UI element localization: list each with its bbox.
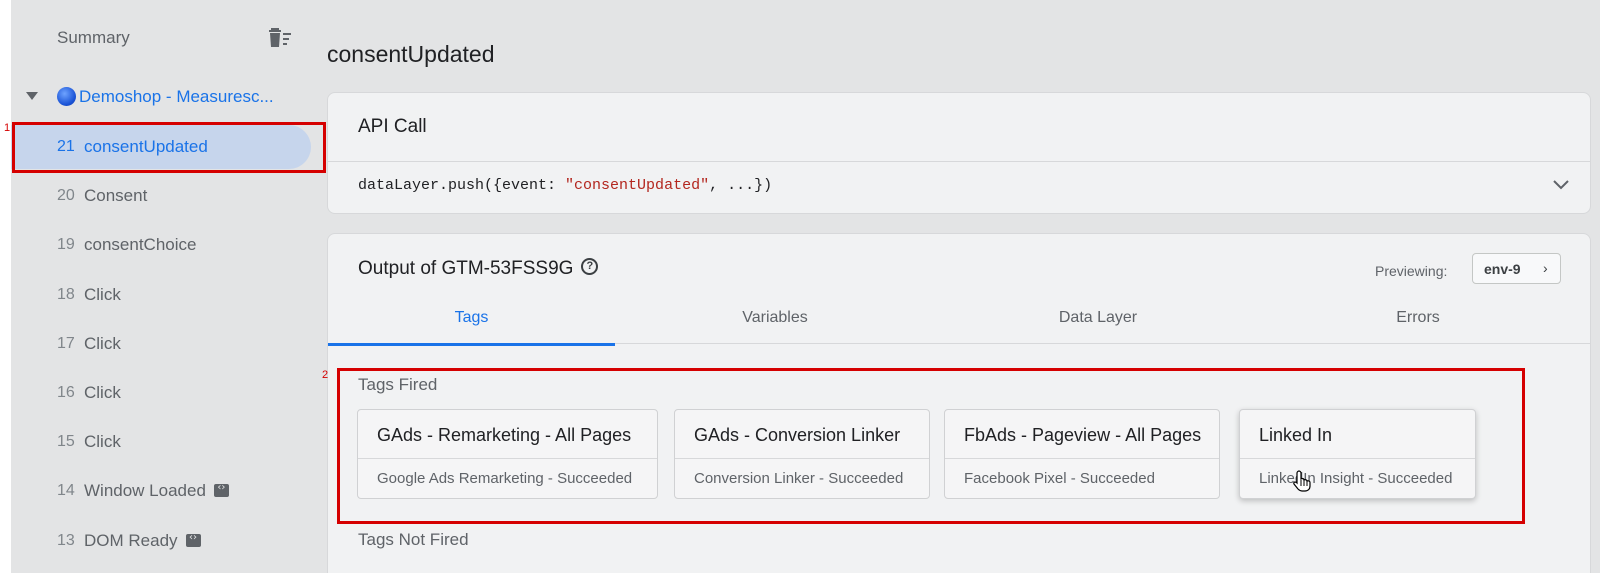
event-name: consentChoice — [84, 235, 196, 255]
tab-label: Errors — [1396, 309, 1440, 326]
tab-variables[interactable]: Variables — [665, 294, 885, 344]
tag-status: Google Ads Remarketing - Succeeded — [377, 470, 633, 487]
event-name-text: Click — [84, 432, 121, 451]
code-suffix: , ...}) — [709, 177, 773, 194]
event-number: 21 — [57, 138, 75, 155]
delete-all-icon[interactable] — [268, 26, 294, 50]
summary-label: Summary — [57, 28, 130, 47]
container-status-dot-icon — [57, 87, 76, 106]
divider — [328, 161, 1590, 162]
divider — [945, 458, 1219, 459]
event-number: 17 — [57, 335, 75, 352]
event-item[interactable]: 13 DOM Ready — [11, 519, 311, 563]
event-name-text: Consent — [84, 186, 148, 205]
event-number: 20 — [57, 187, 75, 204]
tab-data-layer[interactable]: Data Layer — [988, 294, 1208, 344]
tab-label: Variables — [742, 309, 808, 326]
tag-card[interactable]: FbAds - Pageview - All Pages Facebook Pi… — [944, 409, 1220, 499]
event-name-text: Click — [84, 383, 121, 402]
event-number: 16 — [57, 384, 75, 401]
event-number: 18 — [57, 286, 75, 303]
event-item[interactable]: 17 Click — [11, 322, 311, 366]
event-item[interactable]: 18 Click — [11, 273, 311, 317]
tags-not-fired-title: Tags Not Fired — [358, 530, 469, 549]
api-call-title: API Call — [358, 116, 427, 137]
annotation-number-1: 1 — [4, 122, 11, 134]
environment-label: env-9 — [1484, 261, 1521, 277]
container-label: Demoshop - Measuresc... — [79, 87, 274, 106]
event-name: Click — [84, 285, 121, 305]
hand-pointer-icon — [1293, 470, 1311, 492]
tag-name: GAds - Remarketing - All Pages — [377, 425, 632, 445]
event-name-text: DOM Ready — [84, 531, 178, 550]
tag-status: LinkedIn Insight - Succeeded — [1259, 470, 1453, 487]
event-item[interactable]: 15 Click — [11, 420, 311, 464]
event-number: 14 — [57, 482, 75, 499]
page-title: consentUpdated — [327, 41, 495, 67]
summary-row[interactable]: Summary — [11, 20, 311, 56]
tag-card[interactable]: Linked In LinkedIn Insight - Succeeded — [1239, 409, 1476, 499]
event-name: DOM Ready — [84, 531, 201, 551]
event-name: Click — [84, 383, 121, 403]
event-name: consentUpdated — [84, 137, 208, 157]
tag-name: GAds - Conversion Linker — [694, 425, 901, 445]
event-name-text: Window Loaded — [84, 481, 206, 500]
api-call-code: dataLayer.push({event: "consentUpdated",… — [358, 177, 772, 194]
event-name: Click — [84, 334, 121, 354]
event-name: Click — [84, 432, 121, 452]
active-tab-indicator — [328, 343, 615, 346]
code-event-string: "consentUpdated" — [565, 177, 710, 194]
chevron-right-icon: › — [1543, 260, 1548, 276]
tag-name: FbAds - Pageview - All Pages — [964, 425, 1202, 445]
tab-errors[interactable]: Errors — [1308, 294, 1528, 344]
tab-label: Tags — [454, 309, 489, 326]
event-item[interactable]: 19 consentChoice — [11, 223, 311, 267]
code-badge-icon — [213, 482, 229, 498]
chevron-down-icon[interactable] — [1552, 178, 1570, 192]
code-prefix: dataLayer.push({event: — [358, 177, 566, 194]
event-item[interactable]: 14 Window Loaded — [11, 469, 311, 513]
output-tabs: Tags Variables Data Layer Errors — [328, 294, 1590, 346]
divider — [358, 458, 657, 459]
event-item[interactable]: 20 Consent — [11, 174, 311, 218]
code-badge-icon — [185, 532, 201, 548]
event-number: 19 — [57, 236, 75, 253]
tab-label: Data Layer — [1058, 309, 1138, 326]
output-title: Output of GTM-53FSS9G? — [358, 258, 599, 280]
window-edge — [0, 0, 11, 573]
tab-tags[interactable]: Tags — [328, 294, 615, 346]
event-sidebar: Summary Demoshop - Measuresc... 21 consen… — [11, 0, 311, 573]
previewing-label: Previewing: — [1375, 263, 1448, 279]
event-name-text: Click — [84, 285, 121, 304]
event-number: 13 — [57, 532, 75, 549]
event-item[interactable]: 16 Click — [11, 371, 311, 415]
tag-status: Facebook Pixel - Succeeded — [964, 470, 1155, 487]
event-item[interactable]: 21 consentUpdated — [11, 125, 311, 169]
event-name-text: Click — [84, 334, 121, 353]
tag-card[interactable]: GAds - Conversion Linker Conversion Link… — [674, 409, 930, 499]
event-name: Consent — [84, 186, 147, 206]
divider — [1240, 458, 1475, 459]
api-call-card: API Call dataLayer.push({event: "consent… — [327, 92, 1591, 214]
output-title-text: Output of GTM-53FSS9G — [358, 258, 574, 279]
caret-down-icon[interactable] — [25, 90, 39, 102]
environment-button[interactable]: env-9 › — [1472, 253, 1561, 284]
annotation-number-2: 2 — [322, 369, 329, 381]
help-icon[interactable]: ? — [581, 258, 599, 276]
tag-name: Linked In — [1259, 425, 1333, 445]
event-name-text: consentChoice — [84, 235, 197, 254]
event-name-text: consentUpdated — [84, 137, 208, 156]
event-number: 15 — [57, 433, 75, 450]
event-name: Window Loaded — [84, 481, 229, 501]
divider — [675, 458, 929, 459]
tag-card[interactable]: GAds - Remarketing - All Pages Google Ad… — [357, 409, 658, 499]
tags-fired-title: Tags Fired — [358, 375, 438, 394]
output-card: Output of GTM-53FSS9G? Previewing: env-9… — [327, 233, 1591, 573]
container-node[interactable]: Demoshop - Measuresc... — [11, 80, 311, 112]
tag-status: Conversion Linker - Succeeded — [694, 470, 904, 487]
